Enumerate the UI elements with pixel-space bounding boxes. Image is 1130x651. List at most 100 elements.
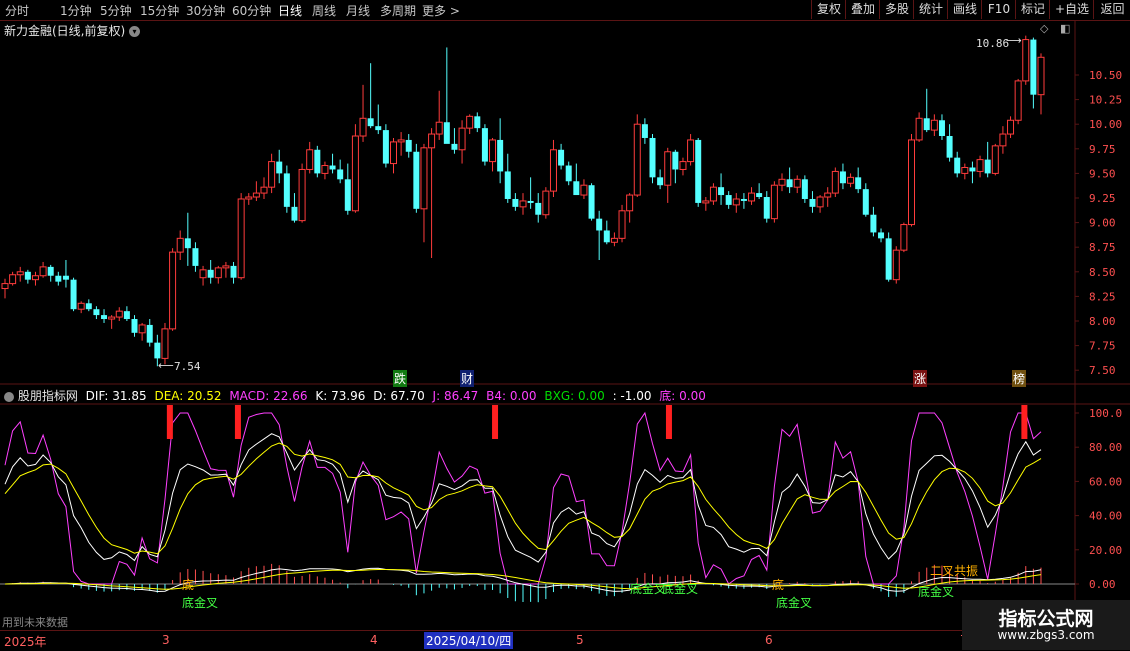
candle-body (458, 127, 466, 151)
price-tick-label: 8.25 (1089, 290, 1116, 303)
mark-button[interactable]: 标记 (1015, 0, 1050, 19)
candle-body (770, 184, 778, 220)
candle-body (756, 193, 763, 198)
candle-body (192, 248, 199, 266)
adjust-button[interactable]: 复权 (811, 0, 846, 19)
event-marker-rank[interactable]: 榜 (1012, 370, 1027, 387)
neg-value: : -1.00 (612, 389, 652, 403)
candle-body (870, 214, 877, 233)
chevron-down-icon[interactable]: ▾ (129, 26, 141, 37)
candle-body (359, 117, 367, 137)
candle-body (1022, 39, 1030, 82)
candle-body (9, 274, 17, 285)
price-tick-label: 8.75 (1089, 241, 1116, 254)
candle-body (1014, 80, 1022, 121)
stock-chart[interactable]: 10.50 10.25 10.00 9.75 9.50 9.25 9.00 8.75 8.50 8… (0, 20, 1130, 650)
price-axis: 10.50 10.25 10.00 9.75 9.50 9.25 9.00 8.75 8.50 8… (1075, 69, 1122, 591)
candle-body (535, 202, 542, 215)
arrow-right-icon: ⟶ (1006, 34, 1022, 47)
candle-body (618, 210, 626, 239)
period-tab-multi[interactable]: 多周期 (380, 2, 416, 19)
candle-body (542, 190, 550, 216)
period-tab-30min[interactable]: 30分钟 (186, 2, 225, 19)
statistics-button[interactable]: 统计 (913, 0, 948, 19)
indicator-tick-label: 20.00 (1089, 544, 1122, 557)
candle-body (687, 139, 695, 163)
candle-body (344, 179, 351, 211)
candle-body (695, 139, 702, 203)
indicator-tick-label: 80.00 (1089, 441, 1122, 454)
k-value: K: 73.96 (315, 389, 366, 403)
candle-body (763, 197, 770, 219)
high-price-label: 10.86 (976, 37, 1010, 50)
circle-icon[interactable] (4, 391, 14, 402)
candle-body (154, 342, 161, 359)
f10-button[interactable]: F10 (981, 0, 1016, 19)
candle-body (847, 176, 855, 184)
signal-text: 底 (182, 578, 195, 592)
indicator-header: 股朋指标网 DIF: 31.85 DEA: 20.52 MACD: 22.66 … (4, 387, 706, 404)
add-watchlist-button[interactable]: +自选 (1049, 0, 1094, 19)
candle-body (930, 119, 938, 131)
candle-body (778, 178, 786, 186)
b4-value: B4: 0.00 (486, 389, 537, 403)
candle-body (245, 196, 253, 200)
candle-body (184, 238, 191, 249)
candle-body (199, 269, 207, 279)
draw-line-button[interactable]: 画线 (947, 0, 982, 19)
period-tab-1min[interactable]: 1分钟 (60, 2, 92, 19)
period-tab-monthly[interactable]: 月线 (346, 2, 370, 19)
period-tab-60min[interactable]: 60分钟 (232, 2, 271, 19)
candle-body (969, 167, 976, 172)
multi-stock-button[interactable]: 多股 (879, 0, 914, 19)
candle-body (527, 200, 534, 203)
main-chart-title: 新力金融(日线,前复权) ▾ (4, 22, 141, 39)
event-marker-fall[interactable]: 跌 (393, 370, 408, 387)
event-marker-rise[interactable]: 涨 (913, 370, 928, 387)
back-button[interactable]: 返回 (1093, 0, 1130, 19)
price-tick-label: 9.50 (1089, 167, 1116, 180)
indicator-name[interactable]: 股朋指标网 (18, 389, 78, 403)
period-tab-timeshare[interactable]: 分时 (5, 2, 29, 19)
candle-body (16, 271, 24, 276)
signal-bar (665, 405, 672, 439)
candle-body (793, 178, 801, 188)
candle-body (108, 316, 116, 320)
candle-body (367, 118, 374, 127)
candle-body (657, 177, 664, 186)
candle-body (831, 170, 839, 194)
period-tab-more[interactable]: 更多 > (422, 2, 460, 19)
candle-body (222, 265, 230, 269)
period-tab-5min[interactable]: 5分钟 (100, 2, 132, 19)
panel-toggle-icon[interactable]: ◧ (1060, 22, 1070, 35)
candle-body (976, 159, 984, 172)
candle-body (862, 189, 869, 215)
overlay-button[interactable]: 叠加 (845, 0, 880, 19)
price-tick-label: 9.00 (1089, 217, 1116, 230)
candle-body (375, 126, 382, 131)
j-value: J: 86.47 (432, 389, 479, 403)
candle-body (596, 218, 603, 231)
candle-body (878, 232, 885, 239)
candle-body (558, 149, 565, 166)
period-tab-weekly[interactable]: 周线 (312, 2, 336, 19)
diamond-icon[interactable]: ◇ (1040, 22, 1048, 35)
candle-body (809, 198, 816, 207)
candle-body (443, 122, 450, 144)
dif-value: DIF: 31.85 (85, 389, 147, 403)
period-tab-15min[interactable]: 15分钟 (140, 2, 179, 19)
period-tab-daily[interactable]: 日线 (278, 2, 302, 19)
candle-body (999, 133, 1007, 147)
candle-body (474, 116, 481, 129)
candle-body (954, 157, 961, 174)
candle-body (740, 198, 747, 201)
date-label: 6 (765, 633, 773, 647)
price-tick-label: 7.75 (1089, 340, 1116, 353)
candle-body (337, 169, 344, 180)
event-marker-finance[interactable]: 财 (460, 370, 475, 387)
candle-body (1030, 39, 1037, 95)
date-label: 5 (576, 633, 584, 647)
price-tick-label: 10.00 (1089, 118, 1122, 131)
candle-body (801, 179, 808, 199)
indicator-tick-label: 40.00 (1089, 510, 1122, 523)
